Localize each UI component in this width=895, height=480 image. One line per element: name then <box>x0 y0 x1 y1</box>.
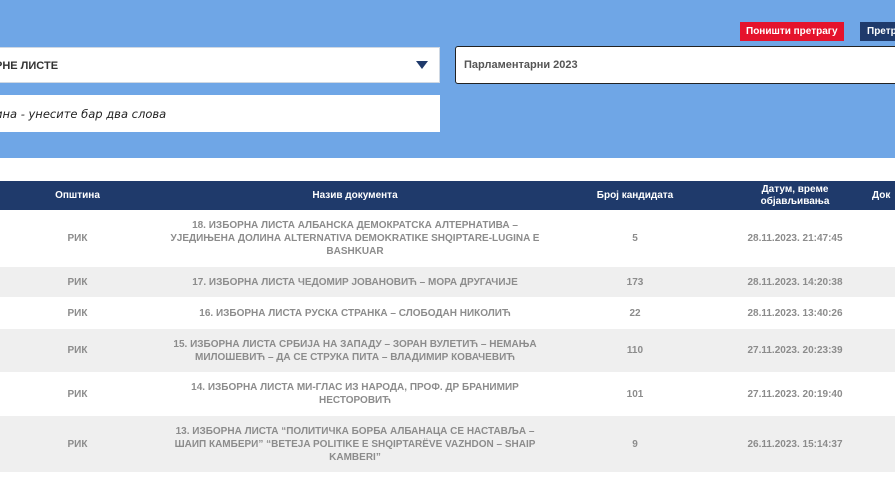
search-button[interactable]: Претражи <box>860 22 895 41</box>
cell-datetime: 27.11.2023. 20:19:40 <box>747 388 843 400</box>
cell-datetime: 28.11.2023. 13:40:26 <box>747 307 843 319</box>
table-row[interactable]: РИК 13. ИЗБОРНА ЛИСТА “ПОЛИТИЧКА БОРБА А… <box>0 416 895 473</box>
cell-municipality: РИК <box>67 345 88 356</box>
cell-candidates: 173 <box>626 276 644 288</box>
table-row[interactable]: РИК 16. ИЗБОРНА ЛИСТА РУСКА СТРАНКА – СЛ… <box>0 298 895 329</box>
column-header-document[interactable]: Назив документа <box>155 181 555 210</box>
cell-document-link[interactable]: 17. ИЗБОРНА ЛИСТА ЧЕДОМИР ЈОВАНОВИЋ – МО… <box>155 267 555 297</box>
cell-document-link[interactable]: 16. ИЗБОРНА ЛИСТА РУСКА СТРАНКА – СЛОБОД… <box>155 298 555 328</box>
chevron-down-icon[interactable] <box>416 61 428 69</box>
cell-candidates: 22 <box>629 307 641 319</box>
cell-municipality: РИК <box>67 388 88 400</box>
column-header-municipality[interactable]: Општина <box>0 181 155 210</box>
column-header-doc[interactable]: Док <box>872 181 895 210</box>
cell-candidates: 110 <box>626 345 644 356</box>
cell-candidates: 101 <box>626 388 644 400</box>
table-row[interactable]: РИК 18. ИЗБОРНА ЛИСТА АЛБАНСКА ДЕМОКРАТС… <box>0 210 895 267</box>
list-type-value: РНЕ ЛИСТЕ <box>0 60 59 72</box>
cell-municipality: РИК <box>67 276 88 288</box>
cell-datetime: 28.11.2023. 14:20:38 <box>747 276 843 288</box>
election-value: Парламентарни 2023 <box>464 59 578 71</box>
table-row[interactable]: РИК 14. ИЗБОРНА ЛИСТА МИ-ГЛАС ИЗ НАРОДА,… <box>0 373 895 416</box>
cell-datetime: 28.11.2023. 21:47:45 <box>747 232 843 244</box>
cell-document-link[interactable]: 18. ИЗБОРНА ЛИСТА АЛБАНСКА ДЕМОКРАТСКА А… <box>155 210 555 266</box>
election-select[interactable]: Парламентарни 2023 <box>455 46 895 84</box>
table-row[interactable]: РИК 17. ИЗБОРНА ЛИСТА ЧЕДОМИР ЈОВАНОВИЋ … <box>0 267 895 298</box>
list-type-select[interactable]: РНЕ ЛИСТЕ <box>0 47 440 83</box>
cell-document-link[interactable]: 13. ИЗБОРНА ЛИСТА “ПОЛИТИЧКА БОРБА АЛБАН… <box>155 416 555 472</box>
cell-municipality: РИК <box>67 232 88 244</box>
cell-document-link[interactable]: 15. ИЗБОРНА ЛИСТА СРБИЈА НА ЗАПАДУ – ЗОР… <box>155 329 555 372</box>
cell-municipality: РИК <box>67 438 88 450</box>
cell-municipality: РИК <box>67 307 88 319</box>
column-header-candidates[interactable]: Број кандидата <box>555 181 715 210</box>
municipality-search-input[interactable] <box>0 95 440 132</box>
table-header: Општина Назив документа Број кандидата Д… <box>0 181 895 210</box>
table-row[interactable]: РИК 15. ИЗБОРНА ЛИСТА СРБИЈА НА ЗАПАДУ –… <box>0 329 895 373</box>
cell-document-link[interactable]: 14. ИЗБОРНА ЛИСТА МИ-ГЛАС ИЗ НАРОДА, ПРО… <box>155 373 555 415</box>
cell-datetime: 27.11.2023. 20:23:39 <box>747 345 843 356</box>
search-panel: Поништи претрагу Претражи РНЕ ЛИСТЕ Парл… <box>0 0 895 158</box>
cell-candidates: 9 <box>632 438 638 450</box>
column-header-datetime[interactable]: Датум, време објављивања <box>735 181 855 210</box>
reset-search-button[interactable]: Поништи претрагу <box>740 22 844 41</box>
cell-datetime: 26.11.2023. 15:14:37 <box>747 438 843 450</box>
cell-candidates: 5 <box>632 232 638 244</box>
